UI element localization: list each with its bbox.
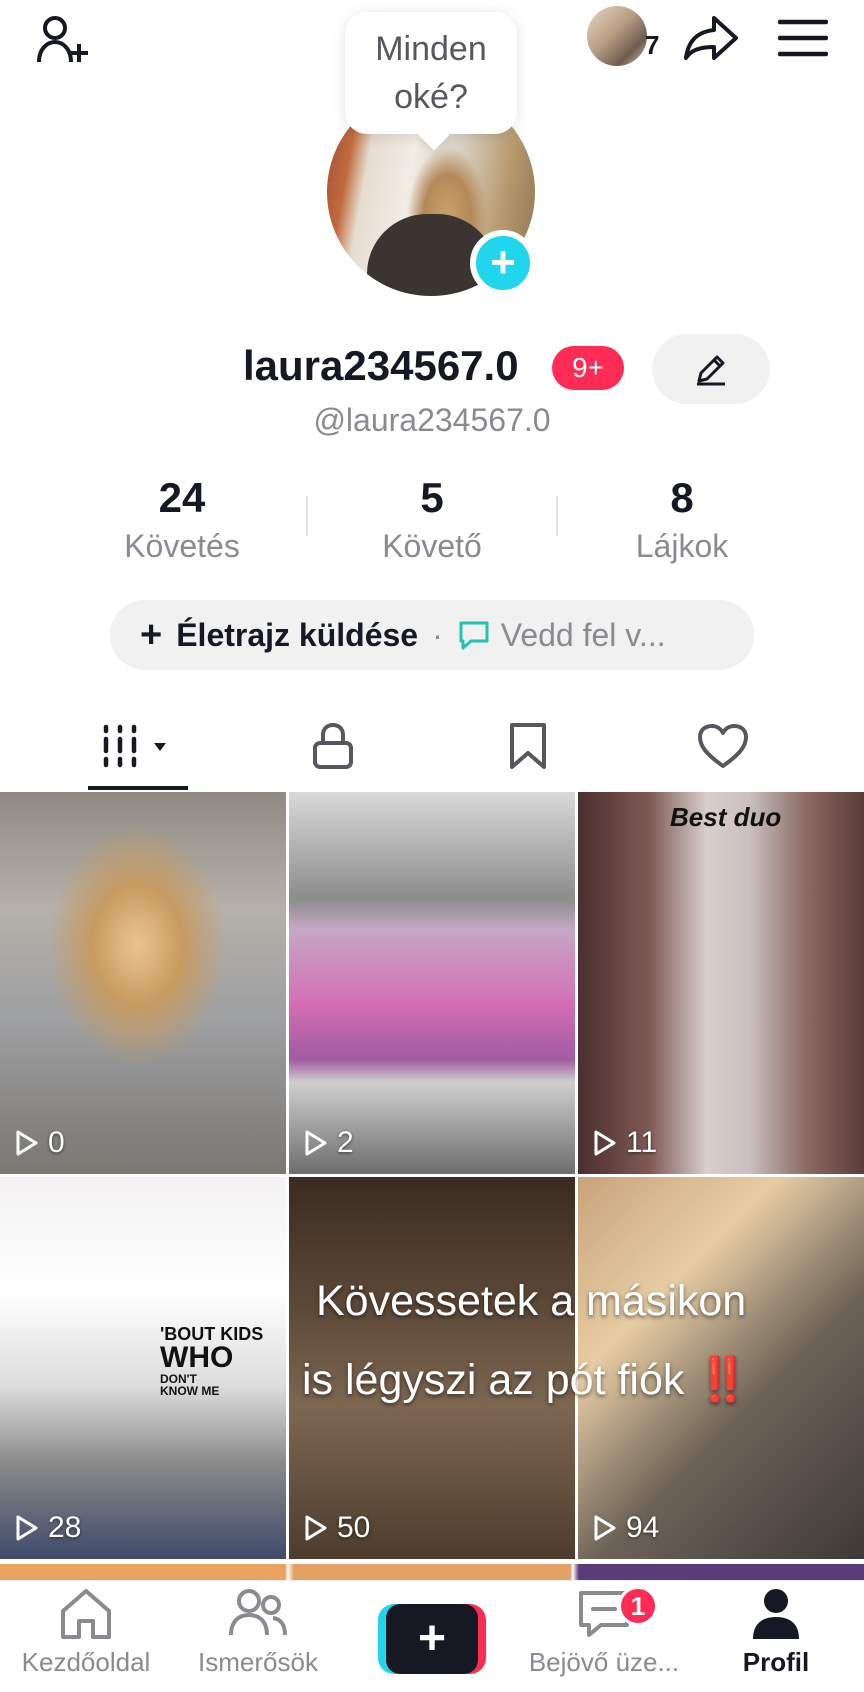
nav-profile[interactable]: Profil <box>690 1587 862 1691</box>
pencil-icon <box>697 355 725 386</box>
create-plus-icon: + <box>386 1604 478 1674</box>
view-count: 2 <box>303 1126 354 1160</box>
story-count: 7 <box>645 30 660 60</box>
tab-saved[interactable] <box>438 710 618 782</box>
play-icon <box>594 1515 616 1541</box>
stat-divider <box>306 496 308 536</box>
status-bubble[interactable]: Minden oké? <box>345 12 517 134</box>
view-count: 11 <box>592 1126 657 1160</box>
notification-badge[interactable]: 9+ <box>552 346 624 390</box>
likes-stat[interactable]: 8 Lájkok <box>572 470 792 566</box>
followers-count: 5 <box>420 474 444 521</box>
view-count: 0 <box>14 1126 65 1160</box>
bio-separator: · <box>432 616 443 653</box>
play-icon <box>305 1130 327 1156</box>
double-exclamation-icon: ‼️ <box>696 1356 750 1404</box>
home-icon <box>61 1589 111 1639</box>
overlay-caption-line: is légyszi az pót fiók ‼️ <box>290 1341 864 1420</box>
add-bio-button[interactable]: + Életrajz küldése <box>140 614 418 657</box>
create-button[interactable]: + <box>378 1604 486 1674</box>
overlay-caption-line: Kövessetek a másikon <box>316 1277 747 1325</box>
nav-inbox[interactable]: Bejövő üze... <box>518 1587 690 1691</box>
followers-stat[interactable]: 5 Követő <box>322 470 542 566</box>
grid-icon <box>103 724 166 768</box>
following-label: Követés <box>124 528 240 564</box>
view-count-value: 94 <box>626 1511 660 1544</box>
video-thumbnail-text: 'BOUT KIDS WHO DON'T KNOW ME <box>160 1325 263 1397</box>
play-icon <box>305 1515 327 1541</box>
nav-friends[interactable]: Ismerősök <box>172 1587 344 1691</box>
voice-note-label: Vedd fel v... <box>500 616 666 653</box>
nav-home[interactable]: Kezdőoldal <box>0 1587 172 1691</box>
video-thumbnail[interactable]: 'BOUT KIDS WHO DON'T KNOW ME 28 <box>0 1177 286 1559</box>
view-count-value: 11 <box>626 1126 658 1159</box>
view-count: 94 <box>592 1511 659 1545</box>
video-thumbnail[interactable]: 2 <box>289 792 575 1174</box>
display-name: laura234567.0 <box>243 342 519 389</box>
chat-bubble-icon <box>459 621 489 650</box>
play-icon <box>16 1515 38 1541</box>
view-count-value: 50 <box>337 1511 371 1544</box>
share-icon[interactable] <box>678 8 744 68</box>
active-tab-indicator <box>88 786 188 790</box>
add-bio-label: Életrajz küldése <box>176 616 419 653</box>
view-count: 28 <box>14 1511 81 1545</box>
menu-icon[interactable] <box>770 8 836 68</box>
likes-count: 8 <box>670 474 694 521</box>
likes-label: Lájkok <box>635 528 729 564</box>
play-icon <box>16 1130 38 1156</box>
view-count-value: 0 <box>48 1126 65 1159</box>
nav-inbox-label: Bejövő üze... <box>528 1647 680 1677</box>
following-stat[interactable]: 24 Követés <box>72 470 292 566</box>
nav-home-label: Kezdőoldal <box>21 1647 151 1677</box>
play-icon <box>594 1130 616 1156</box>
voice-note-button[interactable]: Vedd fel v... <box>457 617 666 654</box>
followers-label: Követő <box>382 528 482 564</box>
tab-private[interactable] <box>243 710 423 782</box>
stat-divider <box>556 496 558 536</box>
tab-liked[interactable] <box>633 710 813 782</box>
story-avatar[interactable] <box>587 6 647 66</box>
nav-profile-label: Profil <box>742 1647 810 1677</box>
video-caption: Best duo <box>670 802 782 832</box>
bookmark-icon <box>510 723 546 769</box>
bio-bar[interactable]: + Életrajz küldése · Vedd fel v... <box>110 600 754 670</box>
add-friend-icon[interactable] <box>28 10 98 70</box>
view-count: 50 <box>303 1511 370 1545</box>
view-count-value: 28 <box>48 1511 82 1544</box>
next-row-peek <box>0 1564 864 1580</box>
edit-profile-button[interactable] <box>652 334 770 404</box>
profile-icon <box>753 1589 799 1639</box>
heart-icon <box>698 724 748 768</box>
tab-videos[interactable] <box>48 710 228 782</box>
inbox-badge: 1 <box>618 1586 658 1626</box>
overlay-caption: Kövessetek a másikon is légyszi az pót f… <box>290 1262 864 1420</box>
video-grid: 0 2 Best duo 11 'BOUT KIDS WHO DON'T KNO… <box>0 792 864 1582</box>
following-count: 24 <box>158 474 206 521</box>
video-thumbnail[interactable]: 0 <box>0 792 286 1174</box>
friends-icon <box>229 1589 287 1636</box>
username-handle: @laura234567.0 <box>313 402 551 438</box>
add-story-button[interactable]: + <box>470 230 536 296</box>
plus-icon: + <box>140 613 163 656</box>
nav-friends-label: Ismerősök <box>198 1647 318 1677</box>
view-count-value: 2 <box>337 1126 354 1159</box>
lock-icon <box>313 722 353 769</box>
thumbnail-text-line: WHO <box>160 1341 234 1374</box>
video-thumbnail[interactable]: Best duo 11 <box>578 792 864 1174</box>
thumbnail-text-line: KNOW ME <box>160 1384 220 1398</box>
status-bubble-text: Minden oké? <box>375 30 487 116</box>
overlay-caption-text: is légyszi az pót fiók <box>302 1356 685 1404</box>
